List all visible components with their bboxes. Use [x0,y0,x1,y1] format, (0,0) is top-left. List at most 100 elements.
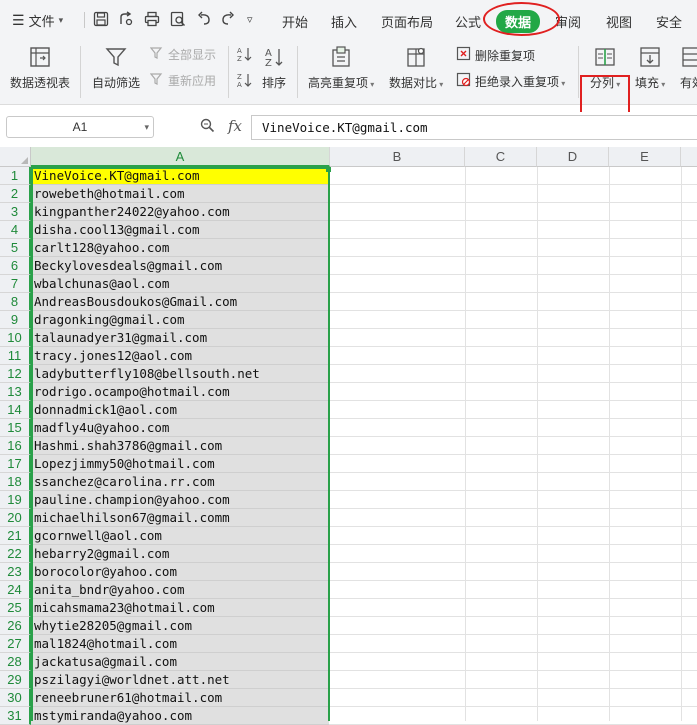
cell-a[interactable]: Lopezjimmy50@hotmail.com [31,455,329,473]
cell-a[interactable]: jackatusa@gmail.com [31,653,329,671]
row-header[interactable]: 28 [0,653,31,671]
cell-a[interactable]: whytie28205@gmail.com [31,617,329,635]
row-header[interactable]: 1 [0,167,31,185]
empty-cells[interactable] [329,527,697,545]
zoom-search-icon[interactable] [200,118,215,136]
data-compare-button[interactable]: 数据对比 ▾ [389,46,443,91]
row-header[interactable]: 2 [0,185,31,203]
cell-a[interactable]: kingpanther24022@yahoo.com [31,203,329,221]
cell-a[interactable]: ssanchez@carolina.rr.com [31,473,329,491]
cell-a[interactable]: AndreasBousdoukos@Gmail.com [31,293,329,311]
reapply-button[interactable]: 重新应用 [149,72,216,89]
row-header[interactable]: 19 [0,491,31,509]
row-header[interactable]: 27 [0,635,31,653]
delete-duplicates-button[interactable]: 删除重复项 [456,46,535,64]
row-header[interactable]: 14 [0,401,31,419]
row-header[interactable]: 25 [0,599,31,617]
show-all-button[interactable]: 全部显示 [149,46,216,63]
tab-home[interactable]: 开始 [282,12,308,31]
empty-cells[interactable] [329,365,697,383]
cell-a[interactable]: madfly4u@yahoo.com [31,419,329,437]
pivot-table-button[interactable]: 数据透视表 [10,46,70,91]
fill-button[interactable]: 填充 ▾ [635,46,665,91]
cell-a[interactable]: Hashmi.shah3786@gmail.com [31,437,329,455]
row-header[interactable]: 11 [0,347,31,365]
validity-button[interactable]: 有效 [680,46,697,91]
row-header[interactable]: 22 [0,545,31,563]
empty-cells[interactable] [329,401,697,419]
cell-a[interactable]: talaunadyer31@gmail.com [31,329,329,347]
row-header[interactable]: 26 [0,617,31,635]
cell-a[interactable]: tracy.jones12@aol.com [31,347,329,365]
cell-a[interactable]: Beckylovesdeals@gmail.com [31,257,329,275]
empty-cells[interactable] [329,689,697,707]
column-header-e[interactable]: E [609,147,681,167]
cell-a[interactable]: reneebruner61@hotmail.com [31,689,329,707]
redo-icon[interactable] [220,11,236,31]
empty-cells[interactable] [329,275,697,293]
sort-button[interactable]: AZ 排序 [262,46,286,91]
cell-a[interactable]: anita_bndr@yahoo.com [31,581,329,599]
cell-a[interactable]: micahsmama23@hotmail.com [31,599,329,617]
empty-cells[interactable] [329,473,697,491]
row-header[interactable]: 13 [0,383,31,401]
column-header-a[interactable]: A [31,147,330,167]
cell-a[interactable]: carlt128@yahoo.com [31,239,329,257]
cell-a[interactable]: dragonking@gmail.com [31,311,329,329]
select-all-button[interactable] [0,147,31,167]
file-menu[interactable]: ☰ 文件 ▾ [12,11,63,30]
autofilter-button[interactable]: 自动筛选 [92,46,140,91]
row-header[interactable]: 18 [0,473,31,491]
row-header[interactable]: 31 [0,707,31,725]
fill-handle[interactable] [326,167,331,172]
empty-cells[interactable] [329,581,697,599]
empty-cells[interactable] [329,563,697,581]
empty-cells[interactable] [329,545,697,563]
empty-cells[interactable] [329,293,697,311]
print-preview-icon[interactable] [170,11,186,31]
tab-page-layout[interactable]: 页面布局 [381,12,433,31]
row-header[interactable]: 5 [0,239,31,257]
empty-cells[interactable] [329,491,697,509]
empty-cells[interactable] [329,635,697,653]
cell-a[interactable]: hebarry2@gmail.com [31,545,329,563]
row-header[interactable]: 7 [0,275,31,293]
row-header[interactable]: 6 [0,257,31,275]
row-header[interactable]: 21 [0,527,31,545]
row-header[interactable]: 17 [0,455,31,473]
row-header[interactable]: 16 [0,437,31,455]
cell-a[interactable]: michaelhilson67@gmail.comm [31,509,329,527]
row-header[interactable]: 9 [0,311,31,329]
cell-a[interactable]: ladybutterfly108@bellsouth.net [31,365,329,383]
empty-cells[interactable] [329,509,697,527]
sort-ascending-button[interactable]: AZ [236,46,252,65]
highlight-duplicates-button[interactable]: 高亮重复项 ▾ [308,46,374,91]
tab-view[interactable]: 视图 [606,12,632,31]
quick-access-more-icon[interactable]: ▿ [247,13,253,26]
column-header-d[interactable]: D [537,147,609,167]
row-header[interactable]: 30 [0,689,31,707]
cell-a[interactable]: pszilagyi@worldnet.att.net [31,671,329,689]
row-header[interactable]: 10 [0,329,31,347]
print-icon[interactable] [144,11,160,31]
empty-cells[interactable] [329,167,697,185]
empty-cells[interactable] [329,437,697,455]
empty-cells[interactable] [329,383,697,401]
sort-descending-button[interactable]: ZA [236,72,252,91]
cell-a[interactable]: borocolor@yahoo.com [31,563,329,581]
empty-cells[interactable] [329,311,697,329]
row-header[interactable]: 20 [0,509,31,527]
empty-cells[interactable] [329,347,697,365]
insert-function-button[interactable]: fx [228,117,242,135]
undo-icon[interactable] [196,11,212,31]
cell-a[interactable]: disha.cool13@gmail.com [31,221,329,239]
row-header[interactable]: 23 [0,563,31,581]
tab-security[interactable]: 安全 [656,12,682,31]
row-header[interactable]: 29 [0,671,31,689]
save-icon[interactable] [93,11,109,31]
cell-a[interactable]: rowebeth@hotmail.com [31,185,329,203]
column-header-f[interactable] [681,147,697,167]
empty-cells[interactable] [329,455,697,473]
empty-cells[interactable] [329,221,697,239]
cell-a[interactable]: gcornwell@aol.com [31,527,329,545]
